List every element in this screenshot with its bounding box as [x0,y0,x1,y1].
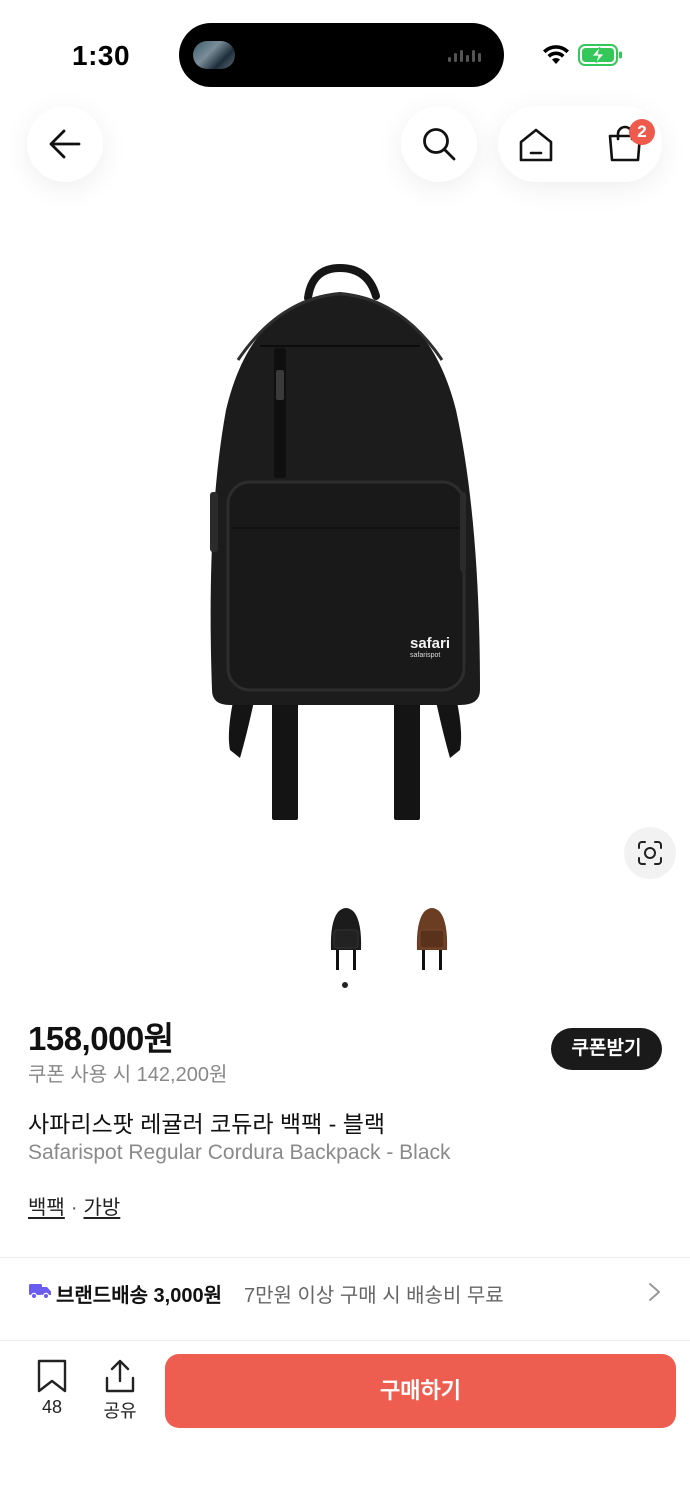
product-price: 158,000원 [28,1020,174,1057]
bottom-action-bar: 48 공유 구매하기 [0,1340,690,1500]
wifi-icon [543,45,569,64]
thumbnail-brown[interactable] [412,900,452,972]
free-shipping-note: 7만원 이상 구매 시 배송비 무료 [244,1285,504,1307]
shipping-row[interactable]: 브랜드배송 3,000원 7만원 이상 구매 시 배송비 무료 [0,1258,690,1326]
share-icon [105,1359,135,1393]
search-icon [423,128,456,161]
coupon-price: 쿠폰 사용 시 142,200원 [28,1064,228,1086]
arrow-left-icon [49,129,81,159]
color-thumbnails [320,900,460,972]
brand-logo-subtext: safarispot [410,652,440,659]
now-playing-artwork [193,41,235,69]
brand-logo-text: safari [410,635,450,652]
product-title-en: Safarispot Regular Cordura Backpack - Bl… [28,1141,451,1164]
bookmark-count: 48 [41,1397,63,1417]
status-time: 1:30 [72,40,131,71]
gallery-page-indicator [342,982,348,988]
thumbnail-black[interactable] [326,900,366,972]
chevron-right-icon [649,1283,660,1301]
category-separator: · [70,1197,78,1219]
search-button[interactable] [401,106,477,182]
truck-icon [29,1284,51,1299]
home-icon[interactable] [518,127,554,163]
audio-wave-icon [448,48,486,64]
bookmark-icon [37,1359,67,1393]
category-link-backpack[interactable]: 백팩 [28,1197,65,1219]
product-title-ko: 사파리스팟 레귤러 코듀라 백팩 - 블랙 [28,1111,386,1137]
status-bar: 1:30 [0,0,690,100]
back-button[interactable] [27,106,103,182]
get-coupon-button[interactable]: 쿠폰받기 [551,1028,662,1070]
visual-search-button[interactable] [624,827,676,879]
category-breadcrumb: 백팩 · 가방 [28,1191,120,1220]
bookmark-button[interactable]: 48 [25,1359,79,1429]
battery-charging-icon [578,44,622,66]
category-link-bag[interactable]: 가방 [83,1197,120,1219]
cart-count-badge: 2 [629,119,655,145]
share-button[interactable]: 공유 [93,1359,147,1429]
shipping-fee: 브랜드배송 3,000원 [56,1285,223,1307]
dynamic-island [179,23,504,87]
visual-search-icon [638,841,662,865]
buy-button[interactable]: 구매하기 [165,1354,676,1428]
product-image[interactable]: safari safarispot [190,260,500,830]
share-label: 공유 [103,1401,137,1421]
